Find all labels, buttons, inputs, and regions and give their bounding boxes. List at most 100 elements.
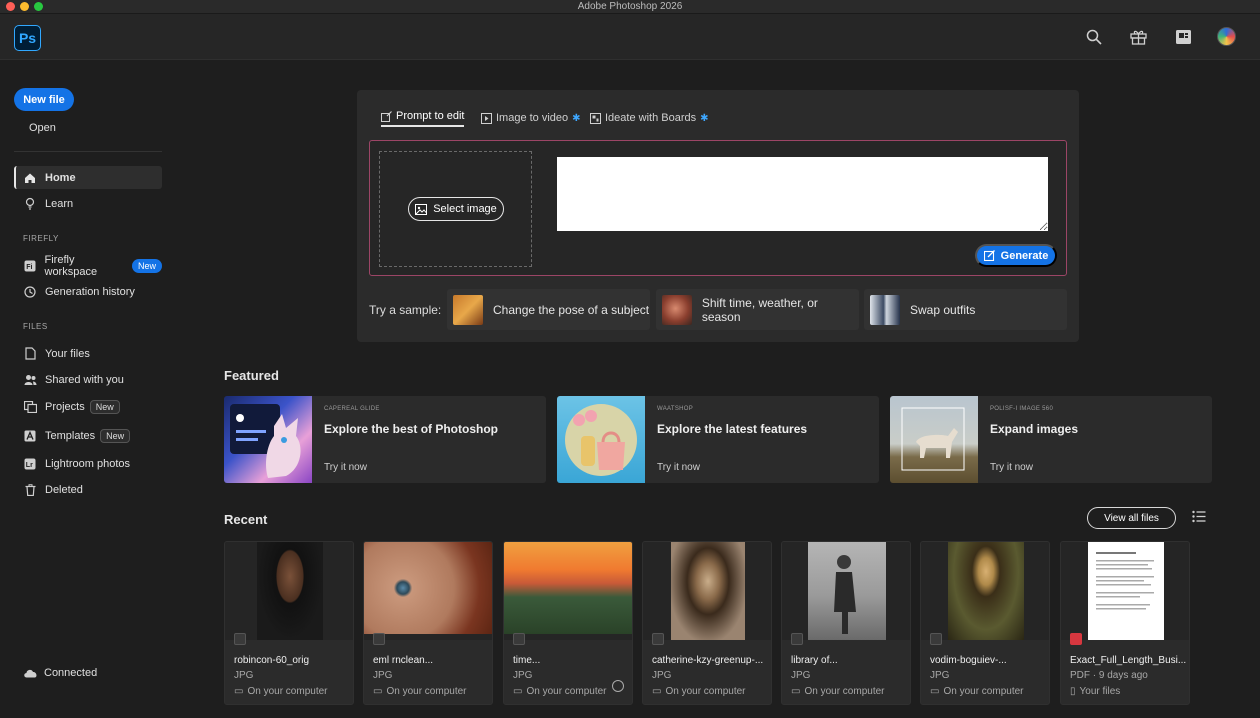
file-name: library of... (791, 655, 838, 666)
file-type: JPG (791, 670, 811, 681)
sample-change-pose[interactable]: Change the pose of a subject (447, 289, 650, 330)
list-view-icon[interactable] (1192, 510, 1208, 526)
image-file-icon (652, 633, 664, 645)
file-location: ▭ On your computer (652, 686, 746, 697)
recent-file-card[interactable]: time... JPG ▭ On your computer (503, 541, 633, 705)
avatar[interactable] (1217, 27, 1236, 46)
new-file-button[interactable]: New file (14, 88, 74, 111)
featured-kicker: CAPEREAL GLIDE (324, 406, 380, 412)
recent-heading: Recent (224, 512, 268, 527)
featured-card-expand-images[interactable]: POLISF-I IMAGE 560 Expand images Try it … (890, 396, 1212, 483)
svg-text:Lr: Lr (26, 462, 33, 469)
try-it-now-link[interactable]: Try it now (657, 462, 700, 473)
image-file-icon (791, 633, 803, 645)
recent-file-card[interactable]: catherine-kzy-greenup-... JPG ▭ On your c… (642, 541, 772, 705)
file-type: JPG (373, 670, 393, 681)
select-image-label: Select image (433, 203, 497, 215)
recent-file-card[interactable]: vodim-boguiev-... JPG ▭ On your computer (920, 541, 1050, 705)
sample-thumbnail (662, 294, 692, 325)
image-file-icon (513, 633, 525, 645)
image-drop-zone[interactable]: Select image (379, 151, 532, 267)
featured-kicker: POLISF-I IMAGE 560 (990, 406, 1054, 412)
file-location: ▭ On your computer (791, 686, 885, 697)
sidebar-divider (14, 151, 162, 152)
try-it-now-link[interactable]: Try it now (324, 462, 367, 473)
vase-bag-illustration (565, 404, 637, 476)
window-titlebar: Adobe Photoshop 2026 (0, 0, 1260, 14)
new-badge: New (89, 399, 120, 414)
sidebar-item-learn[interactable]: Learn (14, 192, 162, 215)
generate-icon (983, 250, 995, 261)
featured-title: Explore the latest features (657, 422, 808, 436)
file-preview (364, 542, 492, 640)
sidebar-item-deleted[interactable]: Deleted (14, 478, 162, 501)
image-icon (415, 203, 428, 215)
view-all-files-button[interactable]: View all files (1087, 507, 1176, 529)
featured-image (557, 396, 645, 483)
sidebar-item-projects[interactable]: Projects New (14, 395, 162, 418)
new-feature-star-icon: ✱ (572, 112, 581, 124)
sidebar-item-your-files[interactable]: Your files (14, 342, 162, 365)
sidebar-item-templates[interactable]: Templates New (14, 424, 162, 447)
tab-label: Ideate with Boards (605, 112, 697, 124)
close-window-button[interactable] (6, 2, 15, 11)
cat-illustration (230, 404, 301, 478)
sample-thumbnail (870, 294, 900, 325)
sidebar-item-generation-history[interactable]: Generation history (14, 280, 162, 303)
new-feature-star-icon: ✱ (700, 112, 709, 124)
image-file-icon (930, 633, 942, 645)
file-name: Exact_Full_Length_Busi... (1070, 655, 1187, 666)
minimize-window-button[interactable] (20, 2, 29, 11)
connection-status: Connected (23, 667, 97, 679)
try-it-now-link[interactable]: Try it now (990, 462, 1033, 473)
tab-image-to-video[interactable]: Image to video ✱ (481, 109, 581, 127)
select-image-button[interactable]: Select image (408, 197, 504, 221)
sample-swap-outfits[interactable]: Swap outfits (864, 289, 1067, 330)
file-location: ▭ On your computer (930, 686, 1024, 697)
sidebar-item-label: Your files (45, 347, 90, 360)
gift-icon[interactable] (1128, 27, 1148, 47)
home-icon (23, 171, 37, 185)
file-location-label: On your computer (804, 686, 885, 697)
zoom-window-button[interactable] (34, 2, 43, 11)
photoshop-logo[interactable]: Ps (14, 25, 41, 51)
prompt-box: Select image Generate (369, 140, 1067, 276)
window-controls (6, 2, 43, 11)
sidebar-item-lightroom-photos[interactable]: Lr Lightroom photos (14, 452, 162, 475)
sample-shift-time[interactable]: Shift time, weather, or season (656, 289, 859, 330)
recent-file-card[interactable]: Exact_Full_Length_Busi... PDF · 9 days a… (1060, 541, 1190, 705)
sidebar-item-home[interactable]: Home (14, 166, 162, 189)
generate-button[interactable]: Generate (975, 244, 1057, 267)
image-file-icon (373, 633, 385, 645)
window-title: Adobe Photoshop 2026 (577, 1, 683, 12)
featured-card-explore-photoshop[interactable]: CAPEREAL GLIDE Explore the best of Photo… (224, 396, 546, 483)
featured-card-latest-features[interactable]: WAATSHOP Explore the latest features Try… (557, 396, 879, 483)
tab-ideate-with-boards[interactable]: Ideate with Boards ✱ (590, 109, 709, 127)
file-preview (921, 542, 1049, 640)
featured-image (890, 396, 978, 483)
open-link[interactable]: Open (29, 122, 56, 134)
search-icon[interactable] (1084, 27, 1104, 47)
featured-title: Expand images (990, 422, 1079, 436)
try-sample-label: Try a sample: (369, 303, 442, 317)
featured-image (224, 396, 312, 483)
recent-file-card[interactable]: robincon-60_orig JPG ▭ On your computer (224, 541, 354, 705)
file-location: ▭ On your computer (373, 686, 467, 697)
sidebar-item-label: Home (45, 171, 76, 184)
trash-icon (23, 483, 37, 497)
firefly-icon: Fi (23, 259, 37, 273)
lightbulb-icon (23, 197, 37, 211)
computer-icon: ▭ (930, 686, 940, 697)
file-preview (1061, 542, 1189, 640)
sidebar-item-shared-with-you[interactable]: Shared with you (14, 368, 162, 391)
connection-status-label: Connected (44, 667, 98, 679)
recent-file-card[interactable]: eml rnclean... JPG ▭ On your computer (363, 541, 493, 705)
recent-file-card[interactable]: library of... JPG ▭ On your computer (781, 541, 911, 705)
discover-icon[interactable] (1173, 27, 1193, 47)
computer-icon: ▭ (652, 686, 662, 697)
sidebar-item-firefly-workspace[interactable]: Fi Firefly workspace New (14, 254, 162, 278)
prompt-input[interactable] (557, 157, 1048, 231)
file-name: robincon-60_orig (234, 655, 310, 666)
tab-prompt-to-edit[interactable]: Prompt to edit (381, 109, 465, 127)
file-type: JPG (513, 670, 533, 681)
